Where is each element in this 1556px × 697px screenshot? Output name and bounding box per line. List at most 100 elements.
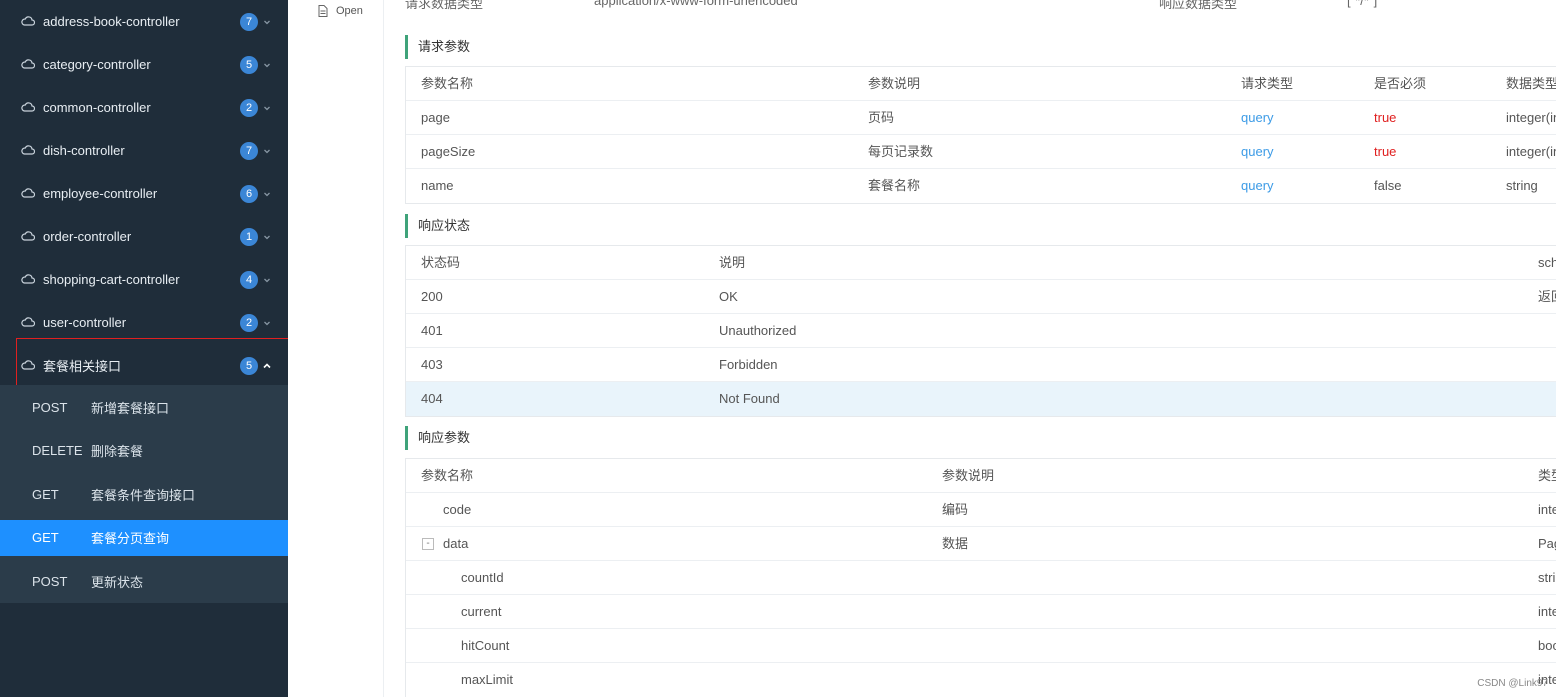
- endpoint-item[interactable]: POST 新增套餐接口: [0, 389, 288, 425]
- controller-name: dish-controller: [43, 143, 125, 158]
- chevron-down-icon[interactable]: [262, 189, 272, 199]
- count-badge: 2: [240, 98, 258, 117]
- chevron-down-icon[interactable]: [262, 275, 272, 285]
- cloud-icon: [21, 231, 35, 241]
- endpoint-name: 删除套餐: [91, 444, 144, 459]
- table-row: maxLimitinteger: [406, 663, 1556, 697]
- controller-item[interactable]: employee-controller 6: [0, 172, 288, 215]
- field-type: integer: [1538, 604, 1556, 619]
- cloud-icon: [21, 102, 35, 112]
- table-row: -data 数据 Page: [406, 527, 1556, 561]
- column-header: 是否必须: [1374, 76, 1427, 91]
- document-icon: [318, 5, 328, 17]
- controller-name: shopping-cart-controller: [43, 272, 180, 287]
- tab-open[interactable]: Open: [318, 5, 363, 17]
- field-type: string: [1538, 570, 1556, 585]
- endpoint-name: 更新状态: [91, 574, 144, 590]
- controller-name: order-controller: [43, 229, 132, 244]
- response-params-title: 响应参数: [405, 426, 470, 450]
- response-type-value: ["*/*"]: [1347, 0, 1378, 8]
- controller-item[interactable]: order-controller 1: [0, 215, 288, 258]
- endpoint-item[interactable]: DELETE 删除套餐: [0, 433, 288, 469]
- chevron-down-icon[interactable]: [262, 318, 272, 328]
- param-in: query: [1241, 178, 1274, 193]
- endpoint-item[interactable]: POST 更新状态: [0, 563, 288, 599]
- controller-item[interactable]: category-controller 5: [0, 43, 288, 86]
- status-code: 401: [421, 323, 443, 338]
- endpoint-name: 新增套餐接口: [91, 400, 170, 416]
- chevron-down-icon[interactable]: [262, 146, 272, 156]
- status-code: 200: [421, 289, 443, 304]
- count-badge: 2: [240, 313, 258, 332]
- cloud-icon: [21, 188, 35, 198]
- controller-name: employee-controller: [43, 186, 158, 201]
- field-name: maxLimit: [461, 672, 514, 687]
- count-badge: 1: [240, 227, 258, 246]
- request-type-label: 请求数据类型: [405, 0, 484, 11]
- table-header: 参数名称 参数说明 类型: [406, 459, 1556, 493]
- chevron-down-icon[interactable]: [262, 232, 272, 242]
- response-type-label: 响应数据类型: [1159, 0, 1238, 11]
- http-method: GET: [32, 486, 59, 502]
- table-row: current integer: [406, 595, 1556, 629]
- param-required: true: [1374, 110, 1397, 125]
- chevron-down-icon[interactable]: [262, 17, 272, 27]
- chevron-down-icon[interactable]: [262, 60, 272, 70]
- watermark: CSDN @Link97: [1477, 678, 1548, 689]
- http-method: POST: [32, 399, 68, 415]
- field-type: integer: [1538, 502, 1556, 517]
- param-required: true: [1374, 144, 1397, 159]
- field-name: current: [461, 604, 502, 619]
- http-method: DELETE: [32, 443, 83, 458]
- param-in: query: [1241, 144, 1274, 159]
- count-badge: 6: [240, 184, 258, 203]
- param-desc: 套餐名称: [868, 178, 921, 193]
- column-header: schema: [1538, 255, 1556, 270]
- controller-item[interactable]: common-controller 2: [0, 86, 288, 129]
- count-badge: 7: [240, 12, 258, 31]
- endpoint-submenu: POST 新增套餐接口 DELETE 删除套餐 GET 套餐条件查询接口 GET 套餐分页查询…: [0, 385, 288, 603]
- sidebar: address-book-controller 7 category-control…: [0, 0, 299, 697]
- param-desc: 页码: [868, 110, 895, 125]
- cloud-icon: [21, 59, 35, 69]
- cloud-icon: [21, 274, 35, 284]
- annotation-highlight-box: [16, 338, 299, 389]
- table-row: code 编码 integer: [406, 493, 1556, 527]
- field-name: data: [443, 536, 469, 551]
- collapse-toggle[interactable]: -: [422, 538, 434, 550]
- field-type: boolean: [1538, 638, 1556, 653]
- controller-item[interactable]: address-book-controller 7: [0, 0, 288, 43]
- status-code: 404: [421, 391, 443, 406]
- table-row: pageSize 每页记录数 query true integer(int32): [406, 135, 1556, 169]
- column-header: 参数名称: [421, 468, 474, 483]
- field-desc: 数据: [942, 536, 969, 551]
- cloud-icon: [21, 16, 35, 26]
- count-badge: 7: [240, 141, 258, 160]
- param-type: integer(int32): [1506, 144, 1556, 159]
- status-schema: 返回: [1538, 289, 1556, 304]
- endpoint-item[interactable]: GET 套餐分页查询: [0, 519, 288, 556]
- table-row: name 套餐名称 query false string: [406, 169, 1556, 203]
- column-header: 参数名称: [421, 76, 474, 91]
- request-type-value: application/x-www-form-urlencoded: [594, 0, 798, 8]
- tab-open-label: Open: [336, 5, 363, 17]
- param-type: integer(int32): [1506, 110, 1556, 125]
- http-method: GET: [32, 530, 59, 545]
- status-desc: Unauthorized: [719, 323, 797, 338]
- cloud-icon: [21, 145, 35, 155]
- controller-item[interactable]: shopping-cart-controller 4: [0, 258, 288, 301]
- api-doc-content: 请求数据类型 application/x-www-form-urlencoded…: [384, 0, 1556, 697]
- response-status-table: 状态码 说明 schema 200 OK 返回 401 Unauthorized 403 Forb…: [405, 245, 1556, 417]
- chevron-down-icon[interactable]: [262, 103, 272, 113]
- status-desc: OK: [719, 289, 738, 304]
- param-in: query: [1241, 110, 1274, 125]
- controller-item[interactable]: dish-controller 7: [0, 129, 288, 172]
- table-header: 状态码 说明 schema: [406, 246, 1556, 280]
- request-params-table: 参数名称 参数说明 请求类型 是否必须 数据类型 page 页码 query true integ…: [405, 66, 1556, 204]
- endpoint-item[interactable]: GET 套餐条件查询接口: [0, 476, 288, 512]
- status-desc: Not Found: [719, 391, 780, 406]
- http-method: POST: [32, 573, 68, 589]
- endpoint-name: 套餐分页查询: [91, 531, 170, 546]
- column-header: 说明: [719, 255, 746, 270]
- controller-name: address-book-controller: [43, 14, 180, 29]
